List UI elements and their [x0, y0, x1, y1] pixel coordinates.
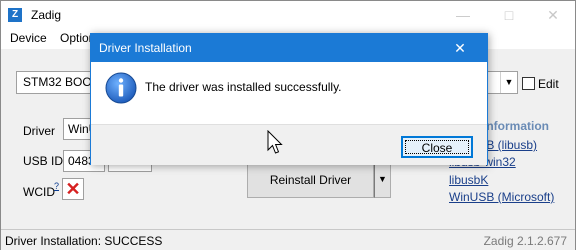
edit-label: Edit	[538, 77, 559, 91]
dialog-title: Driver Installation	[99, 41, 192, 55]
info-icon	[105, 72, 137, 104]
driver-label: Driver	[23, 124, 55, 138]
link-libusbk[interactable]: libusbK	[449, 173, 488, 187]
maximize-icon[interactable]: □	[499, 5, 519, 25]
status-text: Driver Installation: SUCCESS	[5, 234, 163, 248]
version-text: Zadig 2.1.2.677	[483, 234, 567, 248]
driver-installation-dialog: Driver Installation ✕ The driver was ins…	[90, 33, 488, 165]
close-button-label: Close	[405, 140, 469, 155]
chevron-down-icon[interactable]: ▼	[500, 72, 517, 93]
title-bar: Z Zadig — □ ✕	[1, 1, 575, 29]
dialog-message: The driver was installed successfully.	[145, 80, 342, 94]
wcid-label: WCID	[23, 185, 55, 199]
usbid-label: USB ID	[23, 154, 64, 168]
menu-device[interactable]: Device	[10, 31, 47, 45]
dialog-close-icon[interactable]: ✕	[433, 34, 487, 62]
info-heading: information	[483, 119, 549, 133]
wcid-help-link[interactable]: ?	[54, 181, 59, 191]
link-winusb-microsoft[interactable]: WinUSB (Microsoft)	[449, 190, 554, 204]
dialog-title-bar: Driver Installation ✕	[91, 34, 487, 62]
window-title: Zadig	[31, 8, 62, 22]
minimize-icon[interactable]: —	[453, 5, 473, 25]
zadig-app-icon: Z	[8, 8, 22, 22]
reinstall-dropdown-arrow-icon[interactable]: ▼	[374, 161, 391, 198]
wcid-status-x-icon: ✕	[62, 178, 84, 200]
close-window-icon[interactable]: ✕	[543, 5, 563, 25]
close-button[interactable]: Close	[401, 136, 473, 158]
reinstall-driver-button[interactable]: Reinstall Driver	[247, 161, 374, 198]
status-bar: Driver Installation: SUCCESS Zadig 2.1.2…	[1, 229, 575, 250]
dialog-footer: Close	[91, 124, 487, 165]
mouse-cursor-icon	[267, 130, 283, 154]
edit-checkbox[interactable]	[522, 77, 535, 90]
